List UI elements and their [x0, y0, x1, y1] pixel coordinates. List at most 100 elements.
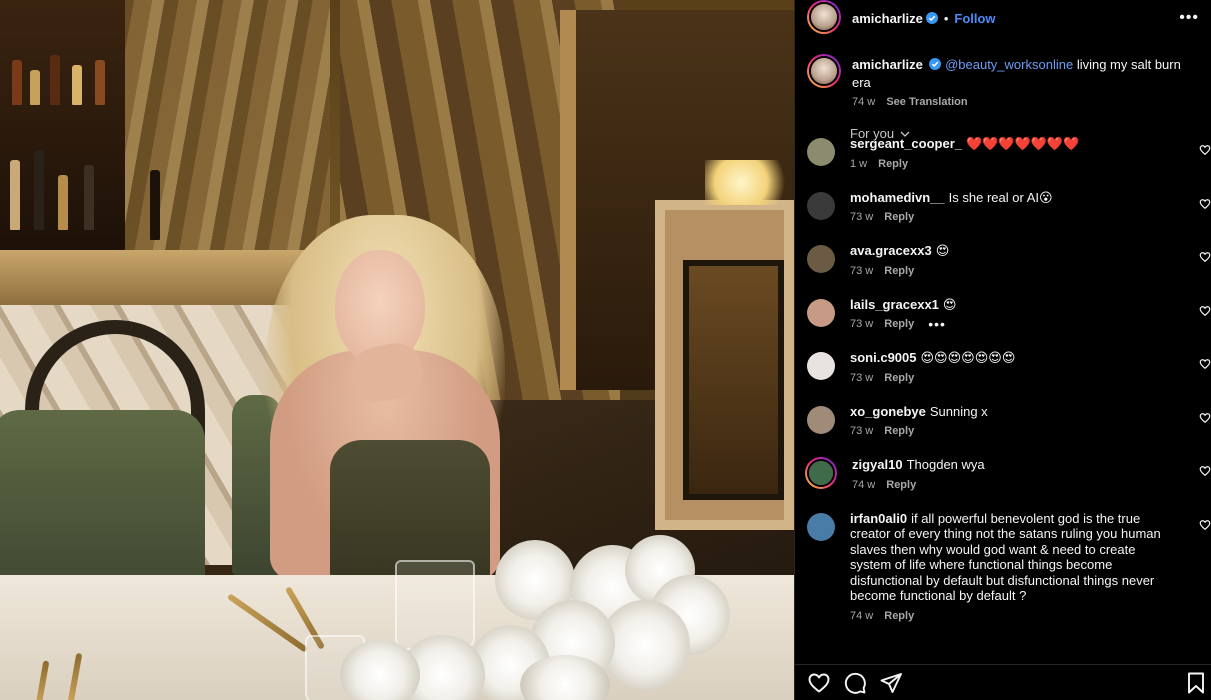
comment-text: lails_gracexx1 😍 [850, 297, 1180, 313]
comment-body: 😍😍😍😍😍😍😍 [920, 350, 1016, 365]
author-username[interactable]: amicharlize [852, 11, 923, 26]
commenter-username[interactable]: xo_gonebye [850, 404, 926, 419]
reply-button[interactable]: Reply [886, 479, 916, 491]
follow-button[interactable]: Follow [954, 11, 995, 26]
comment-text: ava.gracexx3 😍 [850, 243, 1180, 259]
comment-meta: 1 w Reply [850, 158, 1180, 170]
commenter-username[interactable]: mohamedivn__ [850, 190, 945, 205]
comment-meta: 73 w Reply [850, 425, 1180, 437]
more-options-icon[interactable]: ••• [1179, 9, 1199, 27]
commenter-avatar[interactable] [807, 245, 835, 273]
commenter-username[interactable]: irfan0ali0 [850, 511, 907, 526]
commenter-avatar[interactable] [805, 457, 837, 489]
comment-text: soni.c9005 😍😍😍😍😍😍😍 [850, 350, 1180, 366]
see-translation-button[interactable]: See Translation [886, 96, 967, 108]
comment-button[interactable] [843, 671, 867, 695]
post-side-panel: amicharlize • Follow ••• amicharlize @be… [794, 0, 1211, 700]
save-button[interactable] [1184, 671, 1208, 695]
like-comment-heart-icon[interactable] [1199, 358, 1211, 370]
caption-time: 74 w [852, 96, 876, 108]
commenter-username[interactable]: soni.c9005 [850, 350, 917, 365]
comment-meta: 73 w Reply ••• [850, 317, 1180, 331]
verified-badge-icon [929, 58, 942, 70]
comment-options-icon[interactable]: ••• [928, 317, 946, 331]
reply-button[interactable]: Reply [878, 158, 908, 170]
comment-meta: 74 w Reply [850, 610, 1180, 622]
fireplace [655, 200, 794, 530]
comment-text: xo_gonebye Sunning x [850, 404, 1180, 420]
bookmark-icon [1188, 672, 1204, 693]
action-bar [795, 664, 1211, 700]
like-comment-heart-icon[interactable] [1199, 412, 1211, 424]
commenter-avatar[interactable] [807, 138, 835, 166]
caption-text: amicharlize @beauty_worksonline living m… [852, 56, 1199, 92]
like-comment-heart-icon[interactable] [1199, 251, 1211, 263]
comment-body: Is she real or AI😮 [948, 189, 1053, 205]
caption-avatar[interactable] [807, 54, 841, 88]
comment-body: 😍 [935, 243, 950, 258]
comment-item: mohamedivn__ Is she real or AI😮 73 w Repl… [795, 190, 1211, 223]
like-comment-heart-icon[interactable] [1199, 465, 1211, 477]
comment-text: irfan0ali0 if all powerful benevolent god… [850, 511, 1180, 604]
comment-item: zigyal10 Thogden wya 74 w Reply [795, 457, 1211, 491]
like-comment-heart-icon[interactable] [1199, 519, 1211, 531]
like-button[interactable] [807, 671, 831, 695]
commenter-avatar[interactable] [807, 352, 835, 380]
comment-text: zigyal10 Thogden wya [852, 457, 1182, 473]
candles [705, 160, 794, 205]
comment-time: 73 w [850, 425, 874, 437]
commenter-avatar[interactable] [807, 191, 835, 220]
comment-time: 73 w [850, 318, 874, 330]
comment-text: sergeant_cooper_ ❤️❤️❤️❤️❤️❤️❤️ [850, 136, 1180, 152]
comment-time: 74 w [850, 609, 874, 622]
comment-item: sergeant_cooper_ ❤️❤️❤️❤️❤️❤️❤️ 1 w Reply [795, 136, 1211, 170]
like-comment-heart-icon[interactable] [1199, 198, 1211, 210]
reply-button[interactable]: Reply [884, 265, 914, 277]
commenter-username[interactable]: zigyal10 [852, 457, 903, 472]
commenter-avatar[interactable] [807, 512, 835, 541]
comment-item: irfan0ali0 if all powerful benevolent god… [795, 511, 1211, 622]
send-icon [880, 672, 902, 693]
comment-time: 1 w [850, 157, 868, 170]
caption-username[interactable]: amicharlize [852, 57, 923, 72]
comment-text: mohamedivn__ Is she real or AI😮 [850, 190, 1180, 206]
verified-badge-icon [925, 12, 938, 24]
comment-body: ❤️❤️❤️❤️❤️❤️❤️ [966, 136, 1080, 151]
comment-meta: 73 w Reply [850, 211, 1180, 223]
like-comment-heart-icon[interactable] [1199, 144, 1211, 156]
reply-button[interactable]: Reply [884, 425, 914, 437]
instagram-post-modal: amicharlize • Follow ••• amicharlize @be… [0, 0, 1211, 700]
comment-item: xo_gonebye Sunning x 73 w Reply [795, 404, 1211, 437]
commenter-username[interactable]: sergeant_cooper_ [850, 136, 962, 151]
post-header: amicharlize • Follow ••• [795, 0, 1211, 36]
commenter-username[interactable]: lails_gracexx1 [850, 297, 939, 312]
reply-button[interactable]: Reply [884, 372, 914, 384]
comment-time: 74 w [852, 478, 876, 491]
reply-button[interactable]: Reply [884, 318, 914, 330]
share-button[interactable] [879, 671, 903, 695]
heart-icon [808, 673, 830, 692]
post-photo[interactable] [0, 0, 794, 700]
commenter-avatar[interactable] [807, 298, 835, 327]
comment-item: ava.gracexx3 😍 73 w Reply [795, 243, 1211, 277]
commenter-avatar[interactable] [807, 405, 835, 434]
commenter-username[interactable]: ava.gracexx3 [850, 243, 932, 258]
separator-dot: • [943, 10, 949, 26]
caption-meta: 74 w See Translation [852, 96, 1199, 108]
comment-meta: 73 w Reply [850, 372, 1180, 384]
comment-icon [844, 672, 866, 694]
reply-button[interactable]: Reply [884, 211, 914, 223]
like-comment-heart-icon[interactable] [1199, 305, 1211, 317]
comment-item: lails_gracexx1 😍 73 w Reply ••• [795, 297, 1211, 331]
comment-time: 73 w [850, 211, 874, 223]
caption-mention[interactable]: @beauty_worksonline [945, 57, 1073, 72]
reply-button[interactable]: Reply [884, 610, 914, 622]
comment-item: soni.c9005 😍😍😍😍😍😍😍 73 w Reply [795, 350, 1211, 384]
comments-list: sergeant_cooper_ ❤️❤️❤️❤️❤️❤️❤️ 1 w Reply… [795, 136, 1211, 642]
post-caption: amicharlize @beauty_worksonline living m… [795, 36, 1211, 108]
comment-meta: 73 w Reply [850, 265, 1180, 277]
comment-body: Sunning x [929, 403, 988, 419]
author-avatar[interactable] [807, 0, 841, 34]
comment-body: 😍 [942, 296, 957, 312]
comment-time: 73 w [850, 264, 874, 277]
